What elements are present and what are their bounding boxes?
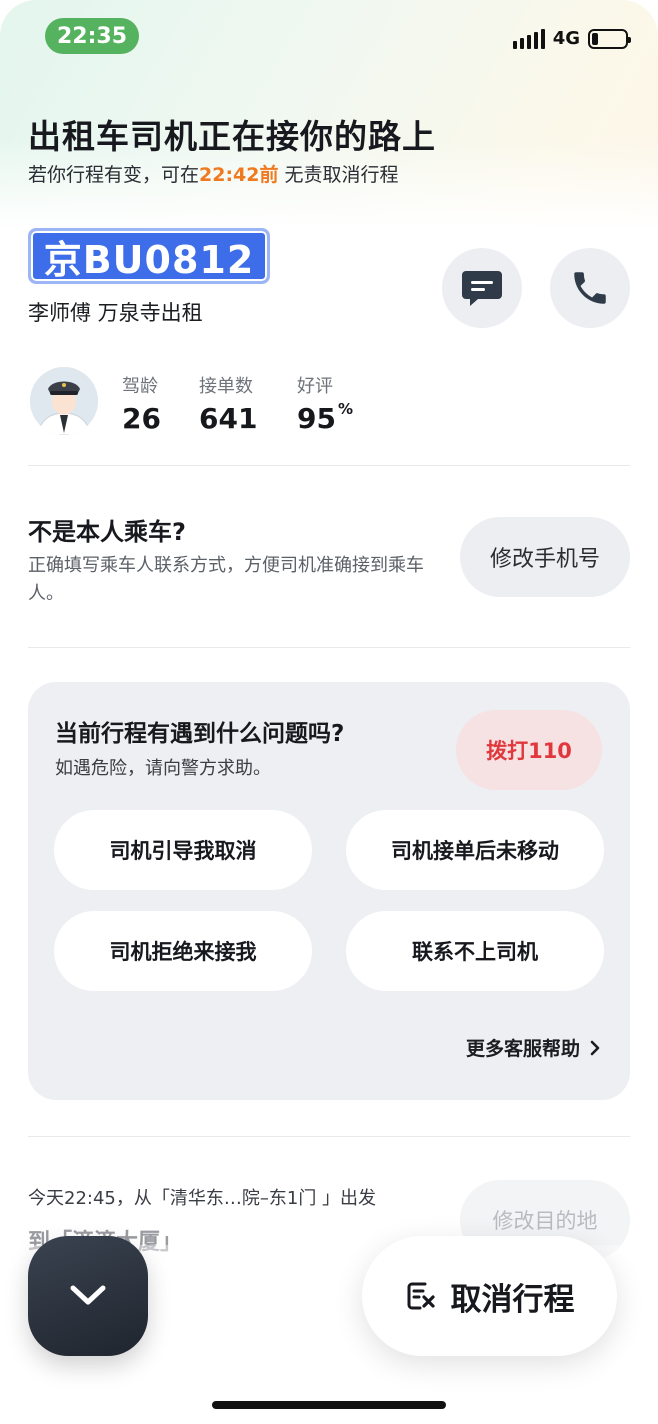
problem-description: 如遇危险，请向警方求助。 — [55, 758, 271, 779]
stat-label: 接单数 — [199, 376, 253, 397]
battery-fill — [592, 32, 599, 45]
more-help-label: 更多客服帮助 — [465, 1038, 580, 1060]
departure-info: 今天22:45，从「清华东…院–东1门 」出发 — [28, 1188, 377, 1209]
rating-value: 95 — [297, 402, 336, 435]
call-driver-button[interactable] — [550, 248, 630, 328]
status-time: 22:35 — [45, 18, 139, 54]
cancel-hint: 若你行程有变，可在22:42前 无责取消行程 — [28, 160, 399, 187]
option-driver-not-moving[interactable]: 司机接单后未移动 — [346, 810, 604, 890]
stat-order-count: 接单数 641 — [199, 372, 257, 435]
stat-driving-years: 驾龄 26 — [122, 372, 161, 435]
message-driver-button[interactable] — [442, 248, 522, 328]
stat-good-rating: 好评 95% — [297, 372, 353, 435]
cancel-hint-prefix: 若你行程有变，可在 — [28, 164, 200, 186]
cancel-trip-label: 取消行程 — [450, 1281, 575, 1318]
phone-icon — [574, 272, 606, 304]
driver-avatar-illustration — [30, 367, 98, 435]
home-indicator[interactable] — [212, 1401, 446, 1409]
cancel-hint-suffix: 无责取消行程 — [278, 164, 399, 186]
option-driver-refused[interactable]: 司机拒绝来接我 — [54, 911, 312, 991]
stat-value: 641 — [199, 402, 258, 435]
more-help-link[interactable]: 更多客服帮助 — [466, 1034, 600, 1061]
chevron-right-icon — [590, 1040, 600, 1055]
divider — [28, 465, 630, 466]
trip-page: 22:35 4G 出租车司机正在接你的路上 若你行程有变，可在22:42前 无责… — [0, 0, 658, 1424]
network-label: 4G — [552, 28, 580, 49]
signal-icon — [512, 28, 545, 49]
rating-unit: % — [337, 400, 353, 418]
driver-avatar — [30, 367, 98, 435]
collapse-button[interactable] — [28, 1236, 148, 1356]
battery-icon — [588, 28, 631, 49]
not-me-title: 不是本人乘车? — [28, 518, 186, 546]
page-title: 出租车司机正在接你的路上 — [28, 117, 436, 156]
cancel-order-icon — [407, 1282, 435, 1310]
stat-value: 26 — [122, 402, 161, 435]
chat-icon — [462, 271, 502, 306]
divider — [28, 647, 630, 648]
stat-label: 驾龄 — [122, 376, 158, 397]
edit-phone-button[interactable]: 修改手机号 — [460, 517, 630, 597]
problem-title: 当前行程有遇到什么问题吗? — [55, 721, 345, 747]
license-plate: 京BU0812 — [28, 228, 270, 284]
divider — [28, 1136, 630, 1137]
chevron-down-icon — [70, 1285, 106, 1305]
cancel-deadline: 22:42前 — [199, 164, 279, 186]
cancel-trip-button[interactable]: 取消行程 — [362, 1236, 617, 1356]
call-police-button[interactable]: 拨打110 — [456, 710, 602, 790]
option-driver-asked-cancel[interactable]: 司机引导我取消 — [54, 810, 312, 890]
status-indicators: 4G — [512, 28, 631, 49]
stat-value: 95% — [297, 400, 353, 435]
stat-label: 好评 — [297, 376, 333, 397]
option-cannot-contact-driver[interactable]: 联系不上司机 — [346, 911, 604, 991]
problem-card: 当前行程有遇到什么问题吗? 如遇危险，请向警方求助。 拨打110 司机引导我取消… — [28, 682, 630, 1100]
not-me-description: 正确填写乘车人联系方式，方便司机准确接到乘车人。 — [28, 555, 424, 604]
driver-info: 李师傅 万泉寺出租 — [28, 301, 203, 325]
